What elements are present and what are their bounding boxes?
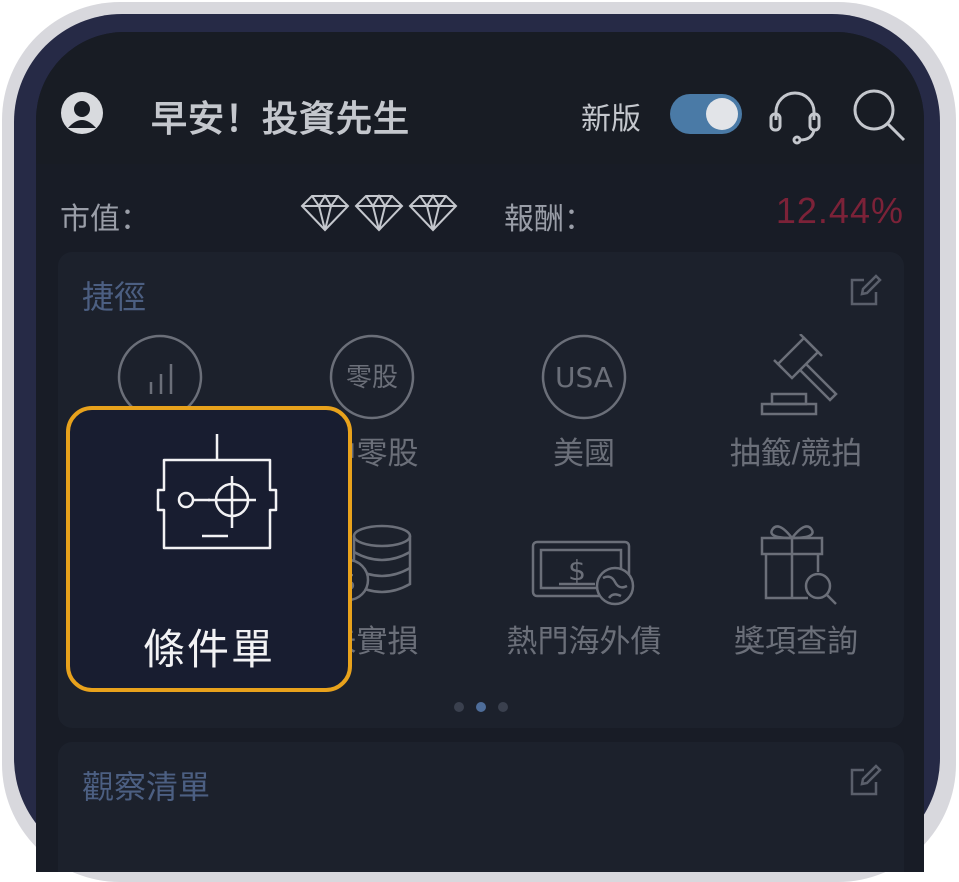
shortcut-item[interactable]: USA 美國 [484, 334, 684, 473]
usa-icon-text: USA [555, 361, 613, 394]
shortcut-item[interactable]: 獎項查詢 [696, 518, 896, 661]
usa-icon: USA [541, 334, 627, 420]
page-dot [498, 702, 508, 712]
odd-lot-icon-text: 零股 [346, 363, 398, 393]
gavel-icon [760, 334, 838, 416]
headset-icon[interactable] [764, 84, 826, 146]
conditional-order-highlight[interactable]: 條件單 [66, 406, 352, 692]
shortcut-label: 熱門海外債 [506, 624, 662, 659]
top-bar: 早安！投資先生 新版 [36, 32, 924, 164]
shortcut-label: 獎項查詢 [734, 624, 858, 659]
toggle-knob [706, 98, 738, 130]
page-indicator [454, 702, 514, 714]
shortcut-label: 美國 [553, 436, 615, 471]
bond-icon: $ [531, 540, 635, 606]
shortcuts-title: 捷徑 [82, 279, 147, 315]
gift-search-icon [760, 525, 837, 605]
shortcut-label: 抽籤/競拍 [729, 436, 863, 471]
diamond-icon [300, 194, 457, 232]
new-version-label: 新版 [581, 103, 641, 136]
edit-icon[interactable] [848, 272, 882, 308]
new-version-toggle[interactable] [670, 94, 742, 134]
page-dot [454, 702, 464, 712]
market-value-label: 市值： [60, 203, 150, 236]
conditional-order-label: 條件單 [142, 626, 275, 673]
return-label: 報酬： [504, 203, 594, 236]
bond-icon-text: $ [568, 554, 586, 587]
search-icon[interactable] [850, 86, 908, 144]
return-value: 12.44% [775, 190, 904, 231]
edit-icon[interactable] [848, 762, 882, 798]
page-dot-active [476, 702, 486, 712]
robot-target-icon [156, 434, 278, 550]
shortcut-item[interactable]: $ 熱門海外債 [484, 518, 684, 661]
watchlist-title: 觀察清單 [82, 769, 211, 805]
odd-lot-icon: 零股 [329, 334, 415, 420]
watchlist-card: 觀察清單 [58, 742, 904, 872]
shortcut-item[interactable]: 抽籤/競拍 [696, 334, 896, 473]
avatar-icon[interactable] [61, 92, 103, 134]
greeting-text: 早安！投資先生 [151, 98, 411, 139]
